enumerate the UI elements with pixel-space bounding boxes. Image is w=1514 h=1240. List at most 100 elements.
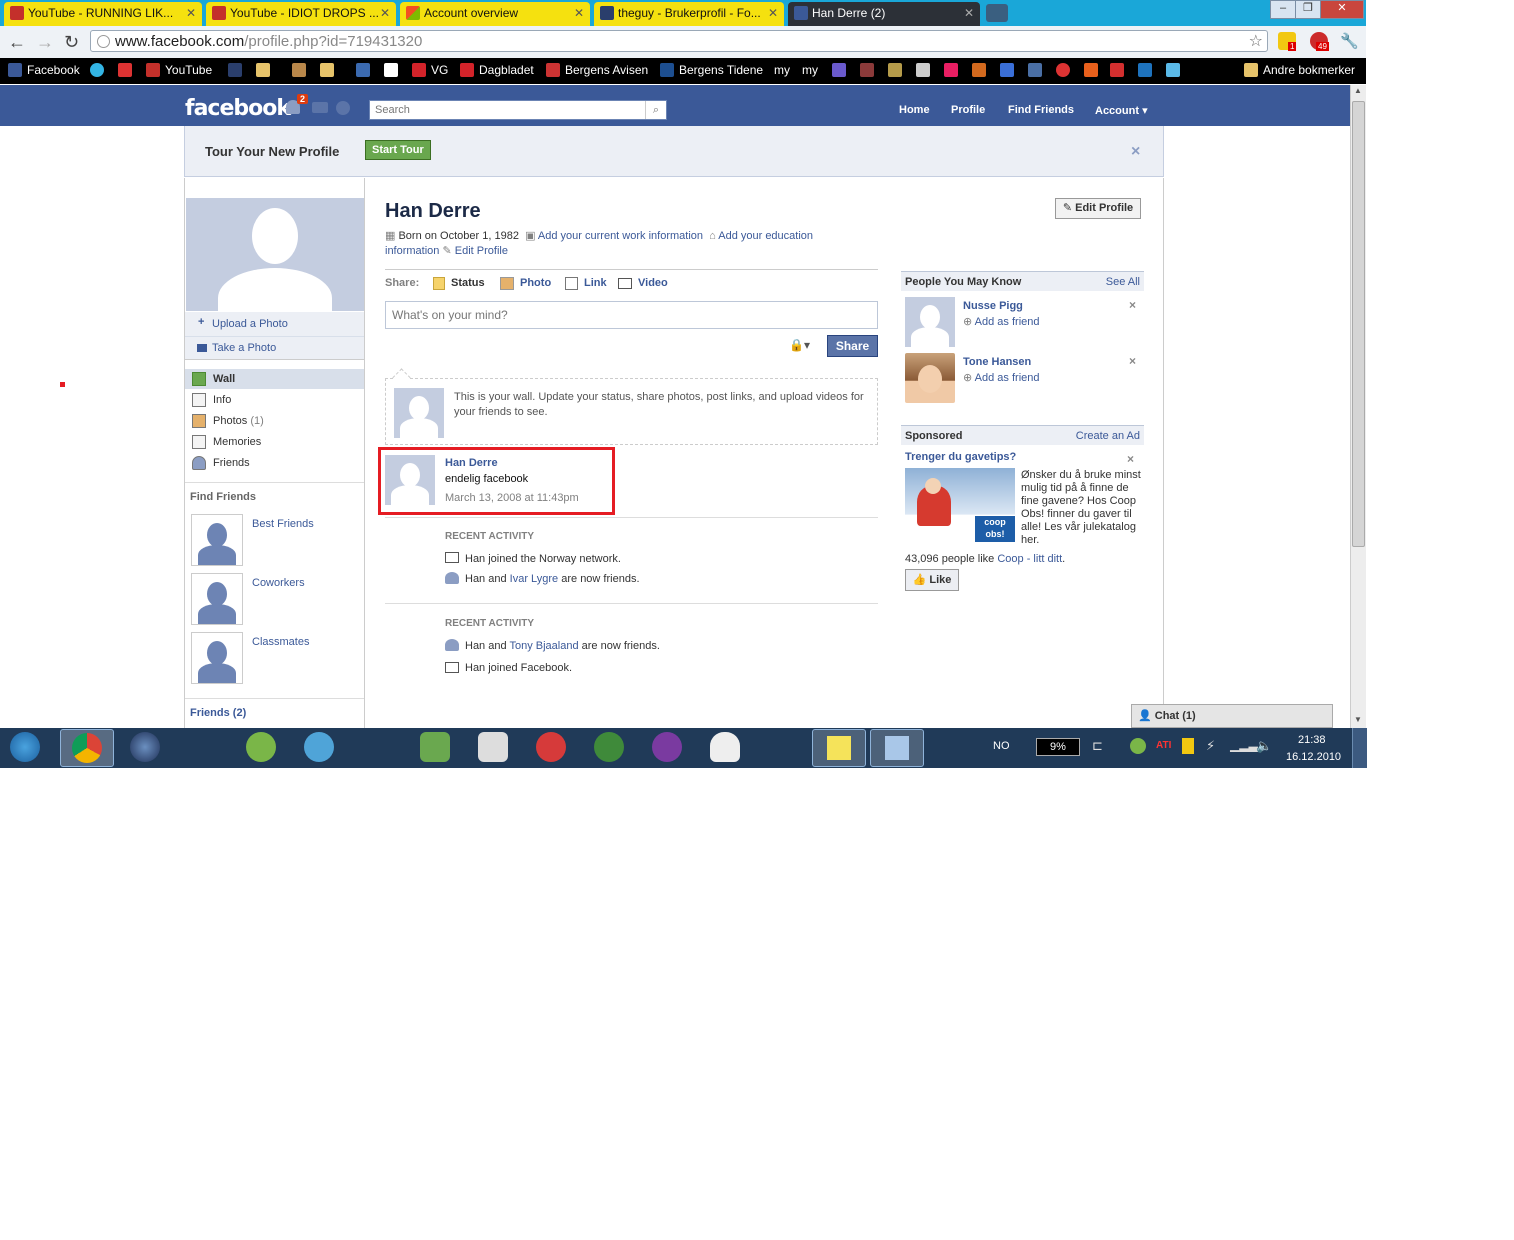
ati-icon[interactable]: ATI xyxy=(1156,740,1171,751)
sidebar-item-info[interactable]: Info xyxy=(185,390,364,410)
bookmark-folder-1[interactable] xyxy=(256,63,275,77)
profile-picture[interactable] xyxy=(186,198,364,311)
notifications-globe-icon[interactable] xyxy=(336,101,350,115)
close-icon[interactable]: ✕ xyxy=(768,2,778,24)
scrollbar-thumb[interactable] xyxy=(1352,101,1365,547)
coworkers-link[interactable]: Coworkers xyxy=(252,577,305,589)
close-icon[interactable]: × xyxy=(1131,143,1140,161)
language-indicator[interactable]: NO xyxy=(993,740,1010,752)
close-icon[interactable]: ✕ xyxy=(380,2,390,24)
upload-photo-link[interactable]: Upload a Photo xyxy=(212,318,288,330)
bookmark-vg[interactable]: VG xyxy=(412,63,448,77)
share-button[interactable]: Share xyxy=(827,335,878,357)
share-photo-tab[interactable]: Photo xyxy=(520,277,551,289)
back-icon[interactable]: ← xyxy=(8,32,26,53)
sidebar-item-photos[interactable]: Photos (1) xyxy=(185,411,364,431)
person-name[interactable]: Nusse Pigg xyxy=(963,300,1023,312)
person-photo[interactable] xyxy=(905,297,955,347)
search-icon[interactable]: ⌕ xyxy=(645,101,666,119)
star-icon[interactable]: ☆ xyxy=(1249,31,1263,53)
bookmark-site-j[interactable] xyxy=(1084,63,1103,77)
bookmark-site-f[interactable] xyxy=(972,63,991,77)
tab-theguy[interactable]: theguy - Brukerprofil - Fo... ✕ xyxy=(594,2,784,26)
battery-indicator[interactable]: 9% xyxy=(1036,738,1080,756)
volume-icon[interactable]: 🔈 xyxy=(1256,738,1272,754)
bookmark-site-m[interactable] xyxy=(1166,63,1185,77)
coworkers-image[interactable] xyxy=(191,573,243,625)
bookmark-site-c[interactable] xyxy=(888,63,907,77)
facebook-logo[interactable]: facebook xyxy=(185,96,291,121)
post-avatar[interactable] xyxy=(385,455,435,505)
bookmark-site-1[interactable] xyxy=(292,63,311,77)
app-icon[interactable] xyxy=(652,732,682,762)
friend-link[interactable]: Ivar Lygre xyxy=(510,573,559,585)
privacy-lock-icon[interactable]: 🔒▾ xyxy=(789,338,810,352)
close-icon[interactable]: ✕ xyxy=(574,2,584,24)
clock-time[interactable]: 21:38 xyxy=(1298,734,1326,746)
like-button[interactable]: 👍 Like xyxy=(905,569,959,591)
friends-count-link[interactable]: Friends (2) xyxy=(190,707,246,719)
person-photo[interactable] xyxy=(905,353,955,403)
chat-bar[interactable]: 👤 Chat (1) xyxy=(1131,704,1333,728)
status-input[interactable]: What's on your mind? xyxy=(385,301,878,329)
bookmark-fm[interactable] xyxy=(356,63,375,77)
tab-youtube-running[interactable]: YouTube - RUNNING LIK... ✕ xyxy=(4,2,202,26)
forward-icon[interactable]: → xyxy=(36,32,54,53)
signal-icon[interactable]: ▁▂▃ xyxy=(1230,738,1258,752)
show-desktop-button[interactable] xyxy=(1352,728,1367,768)
new-tab-button[interactable] xyxy=(986,4,1008,22)
close-icon[interactable]: ✕ xyxy=(186,2,196,24)
bookmark-folder-2[interactable] xyxy=(320,63,339,77)
messages-icon[interactable] xyxy=(312,102,328,113)
wrench-icon[interactable]: 🔧 xyxy=(1340,32,1359,50)
taskbar-sticky-notes[interactable] xyxy=(812,729,866,767)
scrollbar[interactable]: ▲ ▼ xyxy=(1350,85,1366,728)
spotify-tray-icon[interactable] xyxy=(1130,738,1146,754)
bookmark-site-h[interactable] xyxy=(1028,63,1047,77)
add-education-link-cont[interactable]: information xyxy=(385,245,439,257)
nav-find-friends[interactable]: Find Friends xyxy=(1008,104,1074,116)
ad-title[interactable]: Trenger du gavetips? xyxy=(905,451,1016,463)
take-photo-link[interactable]: Take a Photo xyxy=(212,342,276,354)
start-tour-button[interactable]: Start Tour xyxy=(365,140,431,160)
bookmark-my-2[interactable]: my xyxy=(802,63,818,77)
sidebar-item-memories[interactable]: Memories xyxy=(185,432,364,452)
sidebar-item-wall[interactable]: Wall xyxy=(185,369,364,389)
bookmark-bt[interactable]: Bergens Tidene xyxy=(660,63,763,77)
maximize-button[interactable]: ❐ xyxy=(1295,0,1321,19)
close-icon[interactable]: ✕ xyxy=(964,2,974,24)
app-icon[interactable] xyxy=(536,732,566,762)
edit-profile-link[interactable]: Edit Profile xyxy=(455,245,508,257)
nav-home[interactable]: Home xyxy=(899,104,930,116)
share-link-tab[interactable]: Link xyxy=(584,277,607,289)
add-work-link[interactable]: Add your current work information xyxy=(538,230,703,242)
create-ad-link[interactable]: Create an Ad xyxy=(1076,430,1140,442)
bookmark-site-b[interactable] xyxy=(860,63,879,77)
power-icon[interactable]: ⊏ xyxy=(1092,738,1103,754)
person-name[interactable]: Tone Hansen xyxy=(963,356,1031,368)
nav-profile[interactable]: Profile xyxy=(951,104,985,116)
bookmark-gmail[interactable] xyxy=(118,63,137,77)
scroll-up-icon[interactable]: ▲ xyxy=(1354,86,1362,95)
post-author[interactable]: Han Derre xyxy=(445,457,498,469)
add-education-link[interactable]: Add your education xyxy=(718,230,813,242)
post-timestamp[interactable]: March 13, 2008 at 11:43pm xyxy=(445,492,579,504)
close-icon[interactable]: × xyxy=(1127,452,1134,466)
classmates-link[interactable]: Classmates xyxy=(252,636,309,648)
address-bar[interactable]: www.facebook.com/profile.php?id=71943132… xyxy=(90,30,1268,52)
close-icon[interactable]: × xyxy=(1129,298,1136,312)
edit-profile-button[interactable]: ✎ Edit Profile xyxy=(1055,198,1141,219)
bookmark-forum[interactable] xyxy=(228,63,247,77)
taskbar-window[interactable] xyxy=(870,729,924,767)
bookmark-facebook[interactable]: Facebook xyxy=(8,63,80,77)
bookmark-other[interactable]: Andre bokmerker xyxy=(1244,63,1355,77)
reload-icon[interactable]: ↻ xyxy=(64,32,79,53)
upload-photo-row[interactable]: + Upload a Photo xyxy=(185,312,364,337)
bookmark-youtube[interactable]: YouTube xyxy=(146,63,212,77)
sidebar-item-friends[interactable]: Friends xyxy=(185,453,364,473)
extension-icon[interactable]: 1 xyxy=(1278,32,1297,51)
clock-app-icon[interactable] xyxy=(478,732,508,762)
start-button-icon[interactable] xyxy=(10,732,40,762)
tab-youtube-idiot[interactable]: YouTube - IDIOT DROPS ... ✕ xyxy=(206,2,396,26)
search-input[interactable]: Search ⌕ xyxy=(369,100,667,120)
